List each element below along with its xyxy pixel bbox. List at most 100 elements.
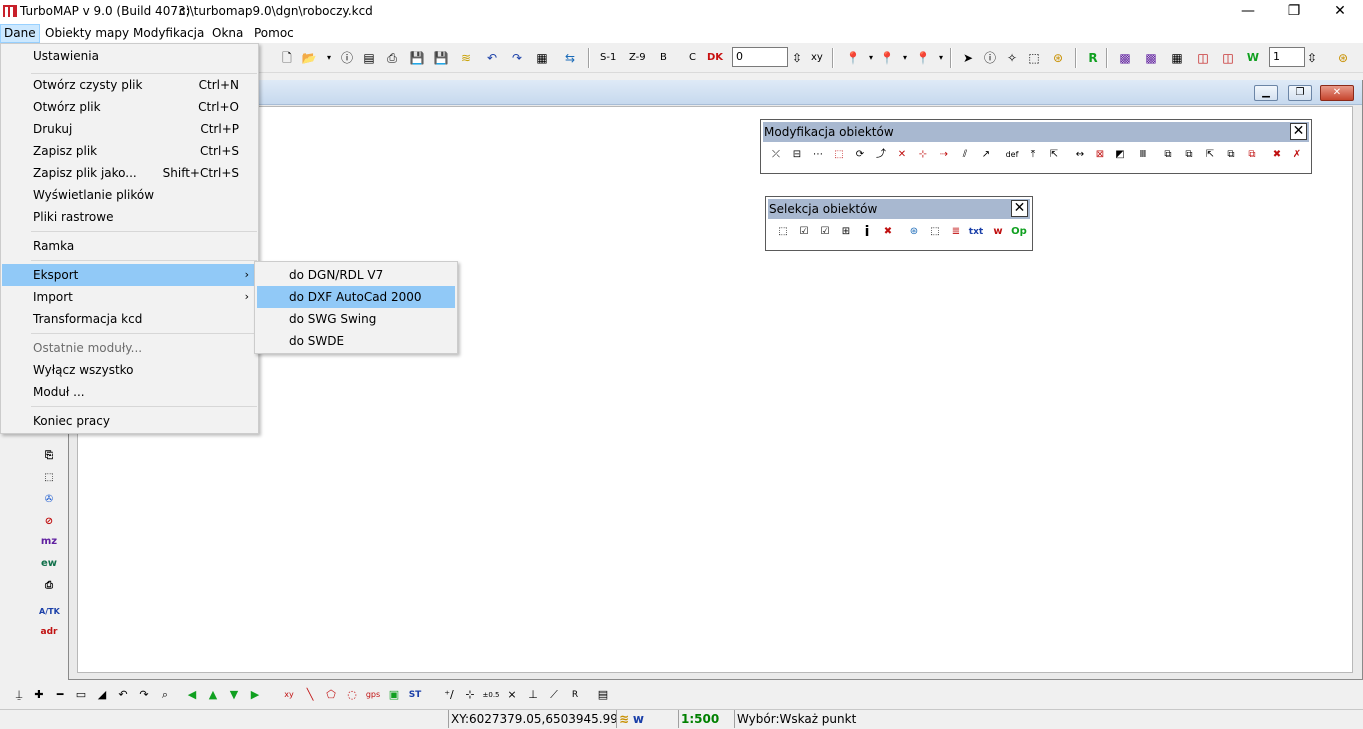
wr-icon[interactable]: W <box>1244 49 1262 67</box>
sel-txt-button[interactable]: txt <box>967 223 985 241</box>
palette-icon[interactable]: ⊛ <box>1334 49 1352 67</box>
draw-line-icon[interactable]: ╲ <box>301 686 319 704</box>
layer-tool-icon[interactable]: ▦ <box>1168 49 1186 67</box>
new-file-icon[interactable]: 🗋 <box>278 49 296 67</box>
zoom-extent-icon[interactable]: ◢ <box>93 686 111 704</box>
mod-copy-icon[interactable]: ⧉ <box>1159 146 1177 164</box>
pin-blue-dropdown-icon[interactable]: ▾ <box>896 49 914 67</box>
maximize-button[interactable]: ❐ <box>1271 0 1317 23</box>
frame-2-icon[interactable]: ◫ <box>1219 49 1237 67</box>
menu-item-zapisz-plik-jako[interactable]: Zapisz plik jako... Shift+Ctrl+S <box>2 162 259 184</box>
mod-split-icon[interactable]: ⊟ <box>788 146 806 164</box>
teamviewer-icon[interactable]: ⇆ <box>561 49 579 67</box>
dotted-select-icon[interactable]: ⬚ <box>39 468 59 488</box>
map-layers-icon[interactable]: ⊛ <box>1049 49 1067 67</box>
palette-selekcja-close-button[interactable]: ✕ <box>1011 200 1028 217</box>
submenu-item-dxf-autocad[interactable]: do DXF AutoCad 2000 <box>257 286 455 308</box>
mz-button[interactable]: mz <box>39 532 59 552</box>
menu-item-drukuj[interactable]: Drukuj Ctrl+P <box>2 118 259 140</box>
search-icon[interactable]: ⌕ <box>156 686 174 704</box>
sel-rect-icon[interactable]: ⬚ <box>774 223 792 241</box>
menu-item-modul[interactable]: Moduł ... <box>2 381 259 403</box>
pin-blue-icon[interactable]: 📍 <box>878 49 896 67</box>
sel-check-icon[interactable]: ☑ <box>816 223 834 241</box>
sel-info-button[interactable]: i <box>858 223 876 241</box>
mod-scale-icon[interactable]: ⇱ <box>1045 146 1063 164</box>
mod-remove-check-icon[interactable]: ✗ <box>1288 146 1306 164</box>
sel-w-button[interactable]: w <box>989 223 1007 241</box>
save-icon[interactable]: 💾 <box>408 49 426 67</box>
pin-yellow-dropdown-icon[interactable]: ▾ <box>932 49 950 67</box>
coordinate-input[interactable]: 0 <box>732 47 788 67</box>
mod-stretch-icon[interactable]: ↔ <box>1071 146 1089 164</box>
pin-yellow-icon[interactable]: 📍 <box>914 49 932 67</box>
menu-item-wyswietlanie-plikow[interactable]: Wyświetlanie plików <box>2 184 259 206</box>
mod-delete-vertex-icon[interactable]: ✕ <box>893 146 911 164</box>
sel-check-all-icon[interactable]: ☑ <box>795 223 813 241</box>
mod-rotate-icon[interactable]: ⟳ <box>851 146 869 164</box>
pan-right-icon[interactable]: ▶ <box>246 686 264 704</box>
dk-button[interactable]: DK <box>707 52 723 64</box>
snap-line-icon[interactable]: ⁺∕ <box>440 686 458 704</box>
menu-item-transformacja-kcd[interactable]: Transformacja kcd <box>2 308 259 330</box>
undo-icon[interactable]: ↶ <box>483 49 501 67</box>
r-button[interactable]: R <box>1084 49 1102 67</box>
map-restore-button[interactable]: ❐ <box>1288 85 1312 101</box>
undo-view-icon[interactable]: ↶ <box>114 686 132 704</box>
zoom-in-icon[interactable]: ✚ <box>30 686 48 704</box>
close-window-button[interactable]: ✕ <box>1317 0 1363 23</box>
frame-icon[interactable]: ◫ <box>1194 49 1212 67</box>
menu-item-koniec-pracy[interactable]: Koniec pracy <box>2 410 259 432</box>
satellite-icon[interactable]: ✇ <box>39 490 59 510</box>
snap-mid-icon[interactable]: ⟋ <box>545 686 563 704</box>
menu-obiekty-mapy[interactable]: Obiekty mapy <box>41 24 133 43</box>
mod-arrow-icon[interactable]: ↗ <box>977 146 995 164</box>
snap-r-button[interactable]: R <box>566 686 584 704</box>
mod-cut-line-icon[interactable]: ⊹ <box>914 146 932 164</box>
palette-modyfikacja-close-button[interactable]: ✕ <box>1290 123 1307 140</box>
edit-layer-2-icon[interactable]: ▩ <box>1142 49 1160 67</box>
ew-button[interactable]: ew <box>39 554 59 574</box>
menu-item-wylacz-wszystko[interactable]: Wyłącz wszystko <box>2 359 259 381</box>
c-button[interactable]: C <box>689 52 696 64</box>
snap-end-icon[interactable]: ⊥ <box>524 686 542 704</box>
redo-view-icon[interactable]: ↷ <box>135 686 153 704</box>
redo-icon[interactable]: ↷ <box>508 49 526 67</box>
print-left-icon[interactable]: ⎙ <box>39 576 59 596</box>
menu-modyfikacja[interactable]: Modyfikacja <box>129 24 208 43</box>
atk-button[interactable]: A/TK <box>39 602 60 622</box>
paragraph-icon[interactable]: ⎘ <box>39 446 59 466</box>
mod-delete-icon[interactable]: ⊠ <box>1091 146 1109 164</box>
map-canvas[interactable] <box>77 106 1353 673</box>
pan-left-icon[interactable]: ◀ <box>183 686 201 704</box>
minimize-button[interactable]: — <box>1225 0 1271 23</box>
sel-layers-icon[interactable]: ⊛ <box>905 223 923 241</box>
point-icon[interactable]: ⍊ <box>10 686 28 704</box>
area-icon[interactable]: ▣ <box>385 686 403 704</box>
coord-spinner-icon[interactable]: ⇳ <box>788 49 806 67</box>
pin-red-icon[interactable]: 📍 <box>844 49 862 67</box>
s1-button[interactable]: S-1 <box>600 52 616 64</box>
pan-up-icon[interactable]: ▲ <box>204 686 222 704</box>
mod-mirror-icon[interactable]: ◩ <box>1111 146 1129 164</box>
menu-item-otworz-czysty-plik[interactable]: Otwórz czysty plik Ctrl+N <box>2 74 259 96</box>
zoom-out-icon[interactable]: ━ <box>51 686 69 704</box>
mod-table-icon[interactable]: Ⅲ <box>1134 146 1152 164</box>
properties-icon[interactable]: ▤ <box>594 686 612 704</box>
sel-list-icon[interactable]: ≣ <box>947 223 965 241</box>
mod-transform-icon[interactable]: ⇱ <box>1201 146 1219 164</box>
menu-item-pliki-rastrowe[interactable]: Pliki rastrowe <box>2 206 259 228</box>
menu-item-otworz-plik[interactable]: Otwórz plik Ctrl+O <box>2 96 259 118</box>
info-circle-icon[interactable]: ⓘ <box>981 49 999 67</box>
snap-intersection-icon[interactable]: ⨯ <box>503 686 521 704</box>
layers-icon[interactable]: ≋ <box>457 49 475 67</box>
layer-spinner-icon[interactable]: ⇳ <box>1303 49 1321 67</box>
mod-def-button[interactable]: def <box>1003 146 1021 164</box>
gps-button[interactable]: gps <box>364 686 382 704</box>
map-minimize-button[interactable]: ▁ <box>1254 85 1278 101</box>
snap-offset-button[interactable]: ±0.5 <box>482 686 500 704</box>
magic-select-icon[interactable]: ✧ <box>1003 49 1021 67</box>
sel-clear-icon[interactable]: ✖ <box>879 223 897 241</box>
mod-remove-icon[interactable]: ✖ <box>1268 146 1286 164</box>
submenu-item-swg-swing[interactable]: do SWG Swing <box>257 308 455 330</box>
